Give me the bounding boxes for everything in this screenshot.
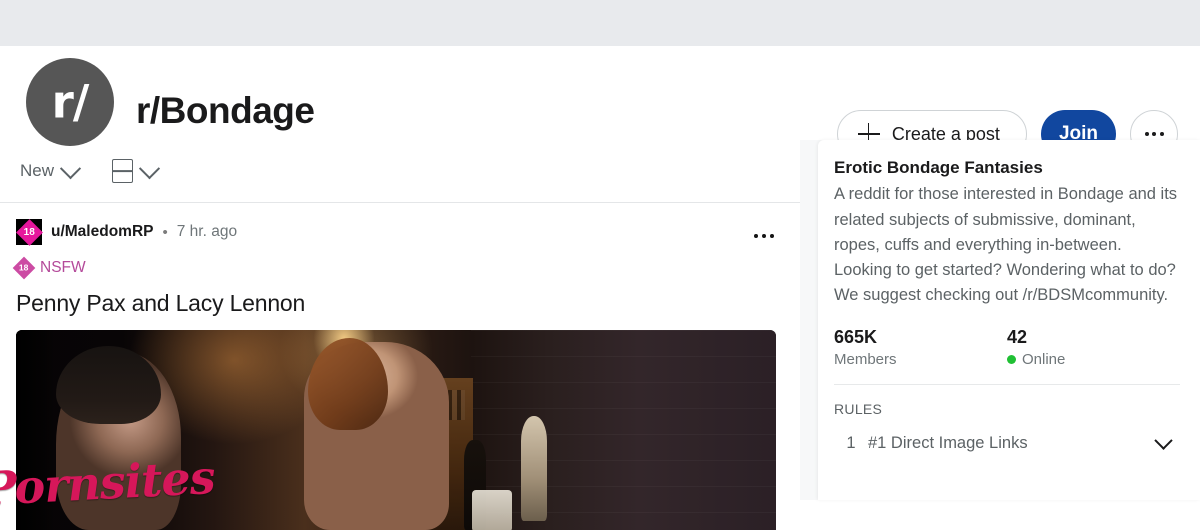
rules-heading: RULES [834,401,883,418]
media-figure-right-hair [308,338,388,431]
page-title: r/Bondage [136,90,315,131]
community-info-sidebar: Erotic Bondage Fantasies A reddit for th… [818,140,1200,500]
members-label: Members [834,351,897,369]
online-label: Online [1022,351,1066,369]
sidebar-title: Erotic Bondage Fantasies [834,158,1043,177]
community-banner [0,0,1200,46]
main-content: New 18 u/MaledomRP • 7 hr. ago 18 NSFW P… [0,140,800,530]
members-label-row: Members [834,351,1007,368]
overflow-dot [770,234,774,238]
overflow-dot [762,234,766,238]
stat-members: 665K Members [834,326,1007,369]
community-banner-fill [0,0,1200,46]
media-statue [521,416,547,522]
online-label-row: Online [1007,351,1180,368]
members-count: 665K [834,326,878,347]
nsfw-tag[interactable]: 18 NSFW [12,256,784,280]
nsfw-badge-icon: 18 [12,256,36,280]
post-title[interactable]: Penny Pax and Lacy Lennon [16,290,784,316]
avatar[interactable]: 18 [15,218,43,246]
online-status-icon [1007,355,1016,365]
age-restriction-label: 18 [23,226,35,237]
media-jar [472,490,512,530]
rule-item[interactable]: 1 #1 Direct Image Links [834,431,1180,453]
sidebar-stats: 665K Members 42 Online [834,326,1180,386]
sidebar-description: A reddit for those interested in Bondage… [834,185,1178,305]
sort-dropdown-new[interactable]: New [12,155,86,187]
card-view-icon [112,159,134,183]
community-avatar-circle: r/ [26,58,114,146]
chevron-down-icon [59,157,82,179]
rule-text: #1 Direct Image Links [868,434,1028,453]
reddit-community-page: r/ r/Bondage Create a post Join New 18 u… [0,0,1200,530]
stat-online: 42 Online [1007,326,1180,368]
post-meta: 18 u/MaledomRP • 7 hr. ago [15,218,784,246]
rule-number: 1 [846,434,856,453]
age-restriction-icon: 18 [15,218,43,246]
nsfw-label: NSFW [40,259,86,276]
view-mode-dropdown[interactable] [104,153,165,189]
overflow-dot [1159,132,1164,136]
post-sort-bar: New [0,140,800,203]
chevron-down-icon [138,157,161,179]
overflow-dot [1152,132,1156,136]
post-overflow-menu-button[interactable] [750,219,778,253]
nsfw-badge-label: 18 [19,262,29,273]
media-wall-detail [471,330,776,530]
post-author-link[interactable]: u/MaledomRP [51,223,153,241]
community-avatar-label: r/ [51,75,90,129]
online-count: 42 [1007,326,1028,347]
post-media-image[interactable] [16,330,776,530]
sort-dropdown-label: New [20,161,55,180]
chevron-down-icon[interactable] [1154,431,1173,450]
media-vignette [16,330,56,530]
overflow-dot [1144,132,1149,136]
post-card[interactable]: 18 u/MaledomRP • 7 hr. ago 18 NSFW Penny [0,203,800,530]
overflow-dot [754,234,758,238]
community-avatar[interactable]: r/ [22,54,118,150]
community-header: r/ r/Bondage Create a post Join [0,46,1200,158]
post-timestamp: 7 hr. ago [176,223,238,240]
meta-separator: • [162,223,168,241]
